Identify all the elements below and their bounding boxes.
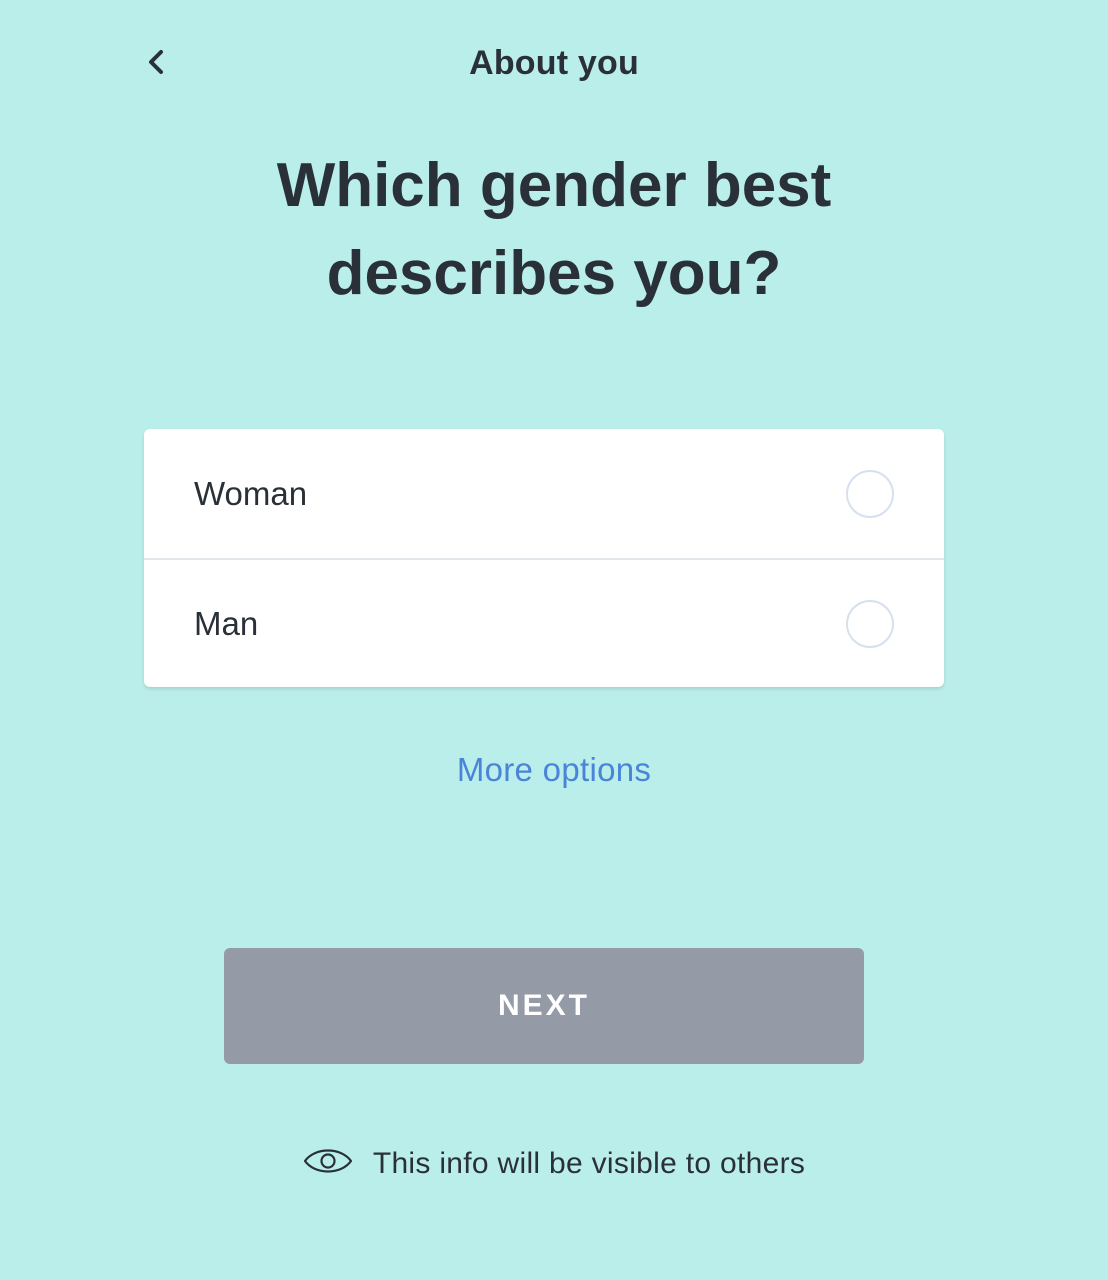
option-woman[interactable]: Woman bbox=[144, 429, 944, 558]
option-label: Woman bbox=[194, 474, 308, 512]
visibility-text: This info will be visible to others bbox=[372, 1146, 806, 1180]
header-title: About you bbox=[469, 44, 639, 82]
gender-options-card: Woman Man bbox=[144, 429, 944, 687]
radio-button[interactable] bbox=[846, 469, 894, 518]
next-button[interactable]: NEXT bbox=[224, 948, 864, 1064]
more-options-link[interactable]: More options bbox=[0, 751, 1108, 789]
visibility-note: This info will be visible to others bbox=[0, 1145, 1108, 1182]
option-label: Man bbox=[194, 604, 259, 642]
option-man[interactable]: Man bbox=[144, 558, 944, 687]
eye-icon bbox=[303, 1145, 353, 1182]
question-title: Which gender best describes you? bbox=[276, 151, 832, 308]
radio-button[interactable] bbox=[846, 599, 894, 648]
